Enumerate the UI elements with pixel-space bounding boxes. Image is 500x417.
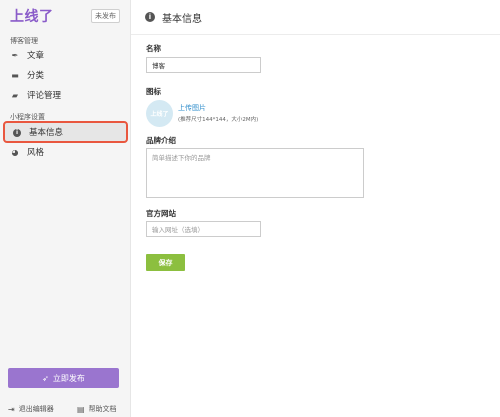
status-badge: 未发布	[91, 9, 120, 23]
book-icon: ▤	[77, 404, 85, 414]
folder-icon: ▬	[11, 70, 19, 80]
exit-editor-link[interactable]: ⇥ 退出编辑器	[8, 404, 54, 414]
sidebar-item-label: 风格	[27, 148, 45, 158]
info-icon: i	[145, 12, 155, 22]
sidebar-item-label: 基本信息	[29, 128, 64, 138]
brand-intro-label: 品牌介绍	[146, 136, 176, 145]
save-button[interactable]: 保存	[146, 254, 185, 271]
icon-label: 图标	[146, 87, 161, 96]
comment-icon: ▰	[11, 90, 19, 100]
upload-image-link[interactable]: 上传图片	[178, 103, 206, 113]
publish-button[interactable]: ➶ 立即发布	[8, 368, 119, 388]
website-label: 官方网站	[146, 209, 176, 218]
palette-icon: ◕	[11, 147, 19, 157]
sidebar-item-basic-info[interactable]: i 基本信息	[3, 121, 128, 143]
name-label: 名称	[146, 44, 161, 53]
sidebar-item-label: 分类	[27, 71, 45, 81]
page-title: 基本信息	[162, 13, 202, 25]
sidebar-item-comments[interactable]: ▰ 评论管理	[10, 87, 120, 103]
info-icon: i	[12, 127, 22, 137]
pen-icon: ✒	[11, 50, 19, 60]
help-docs-link[interactable]: ▤ 帮助文档	[77, 404, 117, 414]
brand-logo: 上线了	[10, 9, 54, 25]
exit-editor-label: 退出编辑器	[18, 405, 54, 413]
sidebar-item-style[interactable]: ◕ 风格	[10, 144, 120, 160]
website-input[interactable]: 输入网址（选填）	[146, 221, 261, 237]
sidebar: 上线了 未发布 博客管理 ✒ 文章 ▬ 分类 ▰ 评论管理 小程序设置 i 基本…	[0, 0, 131, 417]
sidebar-item-articles[interactable]: ✒ 文章	[10, 47, 120, 63]
publish-button-label: 立即发布	[52, 373, 85, 383]
sidebar-item-label: 评论管理	[27, 91, 62, 101]
name-input[interactable]: 博客	[146, 57, 261, 73]
brand-intro-textarea[interactable]: 简单描述下你的品牌	[146, 148, 364, 198]
upload-hint: (推荐尺寸144*144，大小2M内)	[178, 117, 259, 123]
group-title-blog: 博客管理	[10, 37, 38, 45]
exit-icon: ⇥	[8, 404, 15, 414]
help-docs-label: 帮助文档	[88, 405, 117, 413]
sidebar-item-label: 文章	[27, 51, 45, 61]
sidebar-item-categories[interactable]: ▬ 分类	[10, 67, 120, 83]
logo-preview: 上线了	[146, 100, 173, 127]
main-header: i 基本信息	[131, 0, 500, 35]
rocket-icon: ➶	[42, 373, 49, 383]
